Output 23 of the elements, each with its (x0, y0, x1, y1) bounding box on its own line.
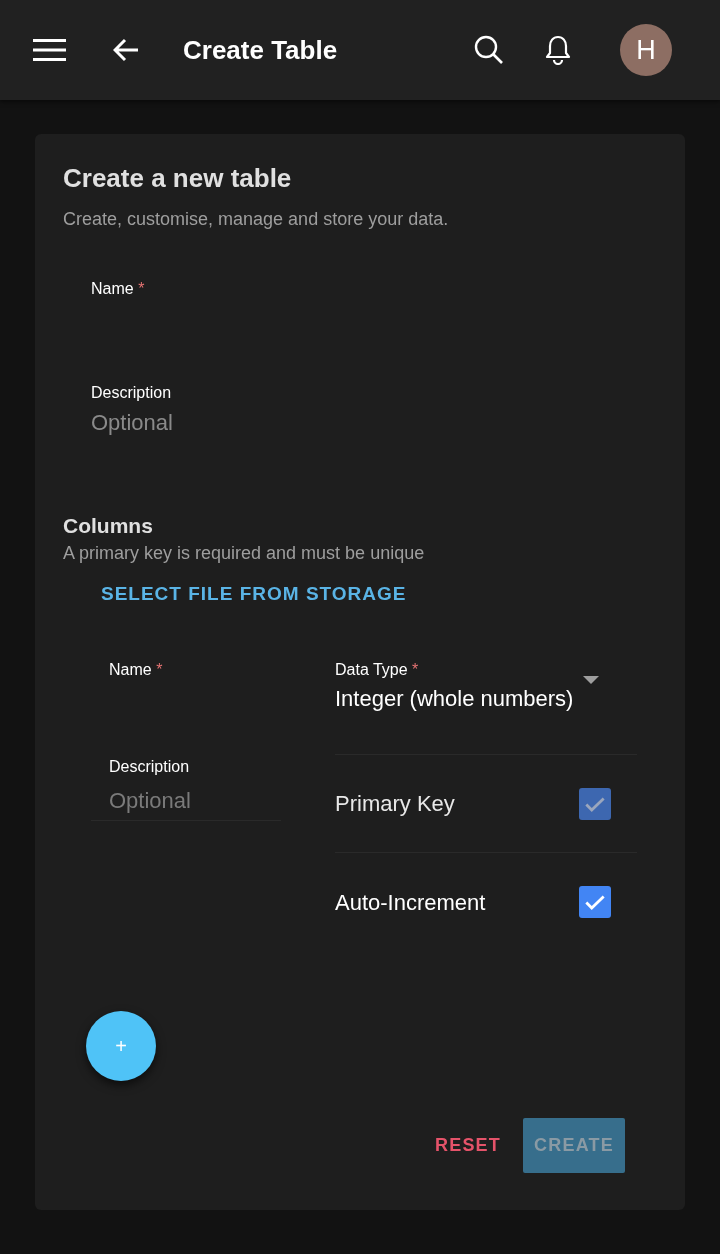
checkbox-label: Auto-Increment (335, 888, 486, 917)
field-label: Description (91, 383, 173, 403)
reset-button[interactable]: RESET (435, 1132, 501, 1159)
section-title: Columns (63, 513, 154, 539)
field-label: Name * (109, 660, 164, 680)
data-type-select[interactable]: Data Type * Integer (whole numbers) (335, 660, 637, 755)
checkbox-label: Primary Key (335, 790, 455, 818)
checkbox[interactable] (579, 886, 611, 918)
field-label: Description (109, 757, 191, 777)
field-label: Name * (91, 279, 146, 299)
back-arrow-icon[interactable] (113, 38, 139, 62)
select-file-button[interactable]: SELECT FILE FROM STORAGE (101, 582, 407, 606)
bell-icon[interactable] (544, 35, 572, 65)
card-subtitle: Create, customise, manage and store your data. (63, 208, 450, 230)
avatar[interactable]: H (620, 24, 672, 76)
app-bar-title: Create Table (183, 33, 338, 67)
card-title: Create a new table (63, 162, 293, 194)
column-description-field[interactable]: Optional (91, 781, 281, 821)
section-subtitle: A primary key is required and must be unique (63, 542, 426, 564)
dropdown-caret-icon (583, 676, 600, 684)
menu-icon[interactable] (33, 39, 66, 61)
search-icon[interactable] (474, 35, 504, 65)
description-field[interactable]: Optional (91, 407, 651, 437)
